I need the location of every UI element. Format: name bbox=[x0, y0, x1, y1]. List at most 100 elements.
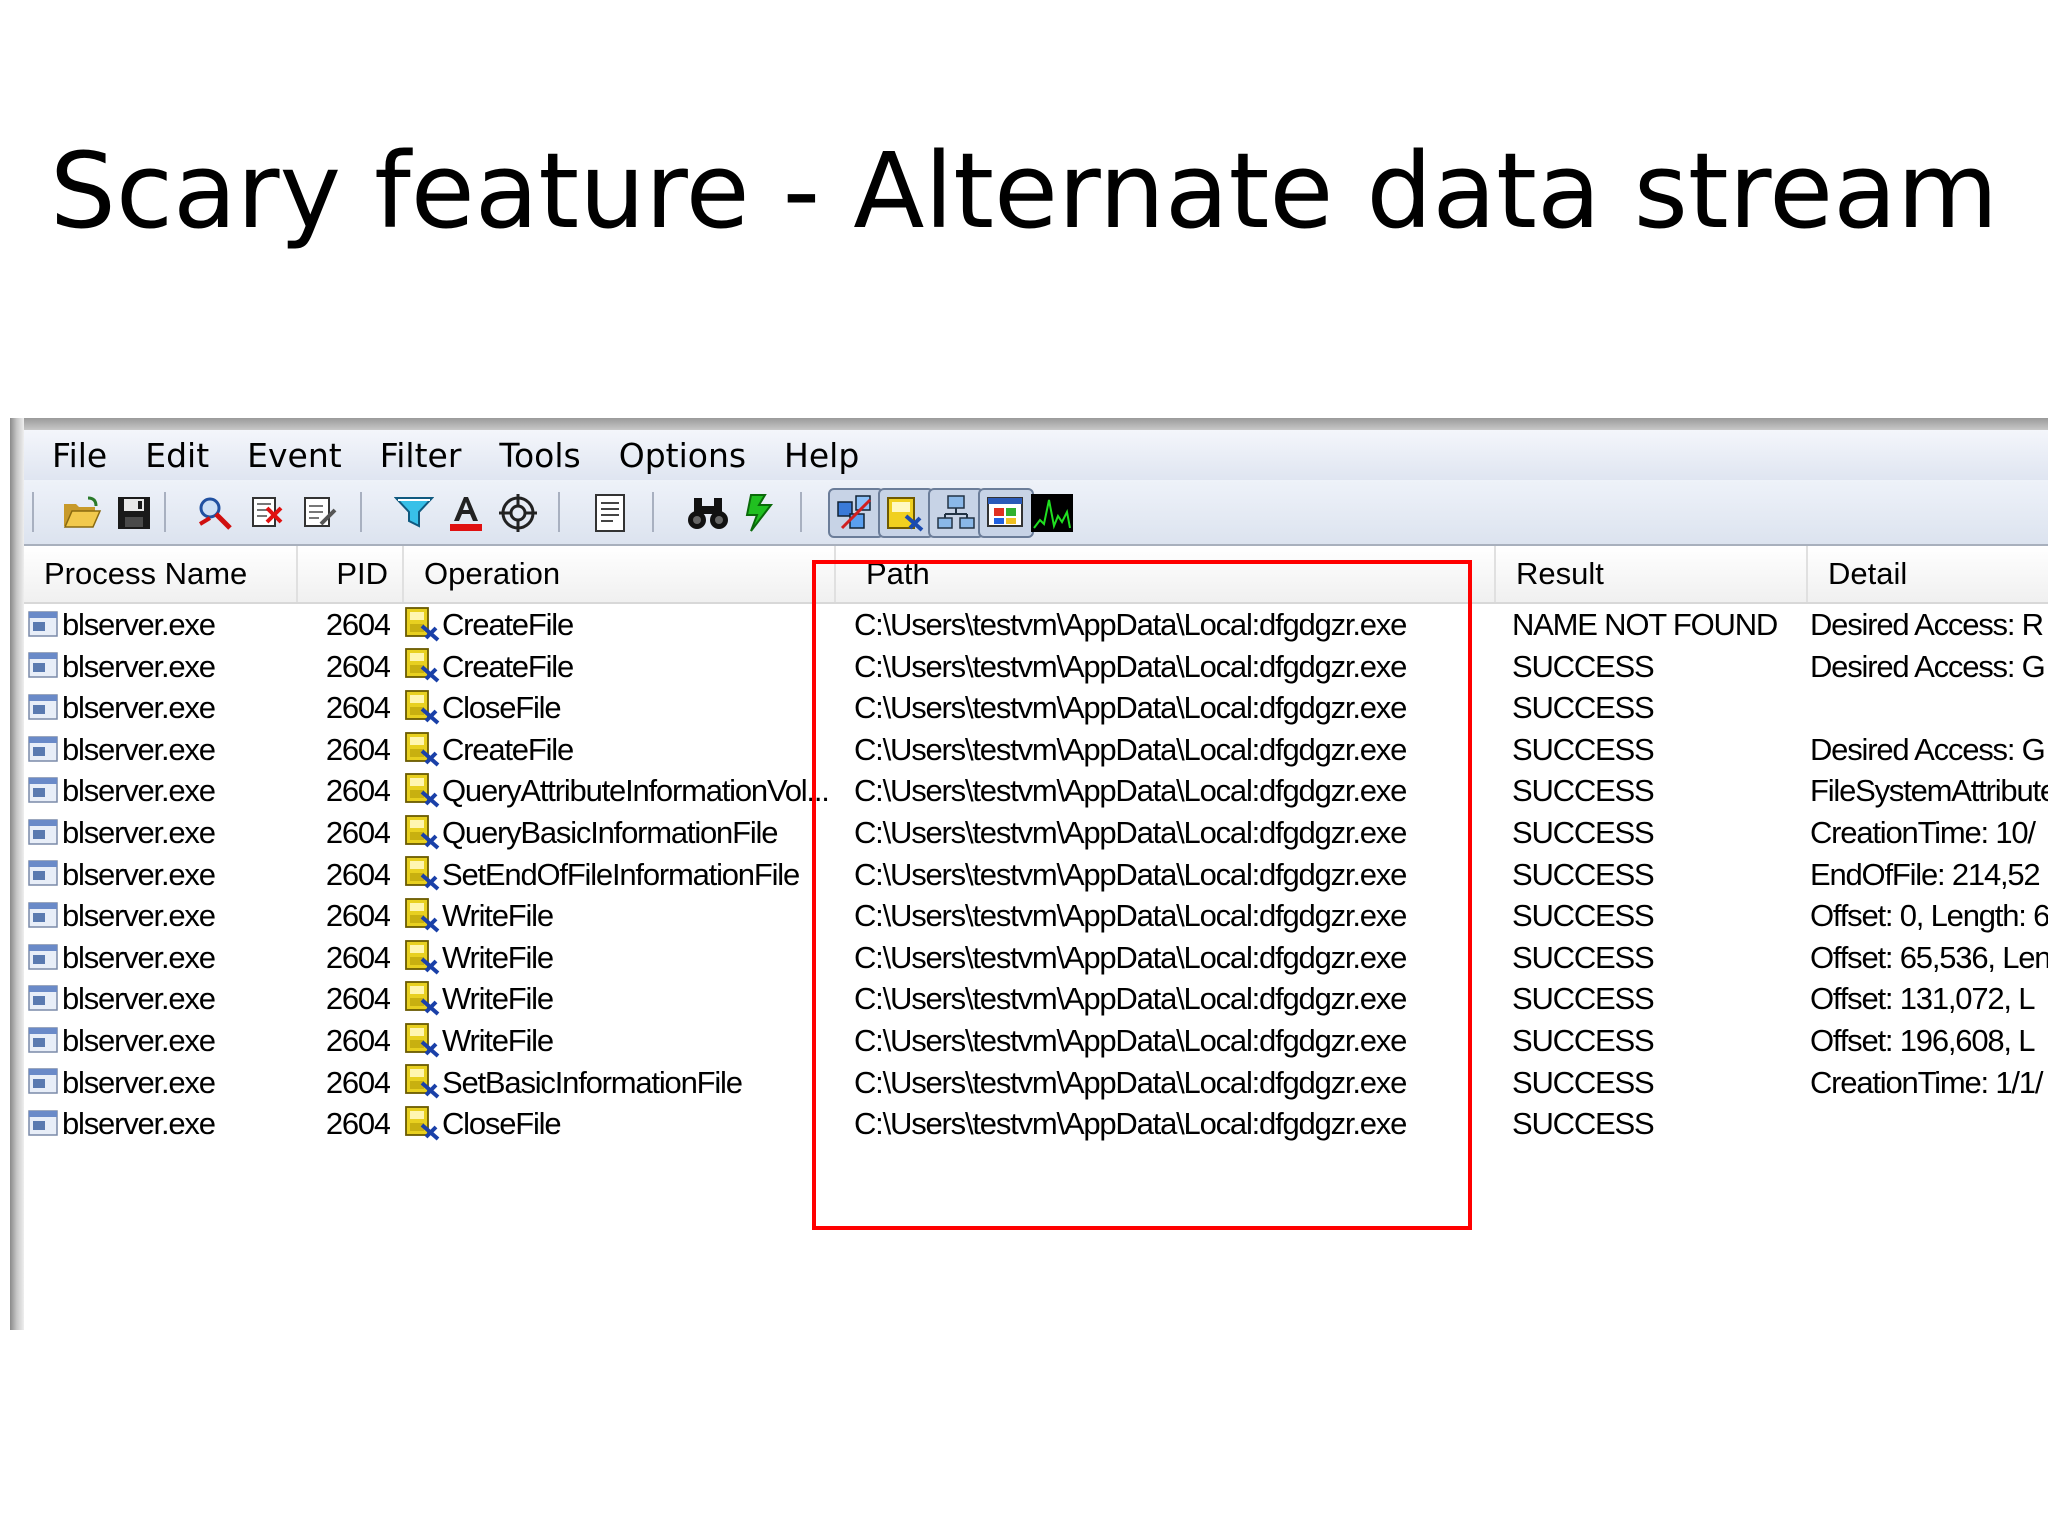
process-name-cell: blserver.exe bbox=[28, 978, 298, 1020]
operation-cell: QueryBasicInformationFile bbox=[404, 812, 832, 854]
menu-event[interactable]: Event bbox=[247, 436, 342, 475]
process-name-cell: blserver.exe bbox=[28, 604, 298, 646]
menu-tools[interactable]: Tools bbox=[499, 436, 580, 475]
highlight-icon[interactable] bbox=[444, 492, 488, 534]
process-name-cell-text: blserver.exe bbox=[62, 856, 216, 892]
detail-cell bbox=[1810, 1103, 2048, 1145]
file-system-operation-icon bbox=[404, 731, 442, 767]
detail-cell-text: Desired Access: G bbox=[1810, 648, 2046, 684]
toolbar-grip bbox=[32, 492, 34, 532]
menu-options[interactable]: Options bbox=[619, 436, 746, 475]
detail-cell-text: CreationTime: 1/1/ bbox=[1810, 1064, 2043, 1100]
pid-cell: 2604 bbox=[298, 854, 390, 896]
pid-cell: 2604 bbox=[298, 687, 390, 729]
file-system-operation-icon bbox=[404, 606, 442, 642]
result-cell-text: SUCCESS bbox=[1512, 898, 1655, 934]
process-icon bbox=[28, 690, 62, 725]
slide-title: Scary feature - Alternate data stream bbox=[49, 130, 1999, 252]
result-cell-text: SUCCESS bbox=[1512, 1064, 1655, 1100]
toolbar bbox=[24, 480, 2048, 546]
process-name-cell-text: blserver.exe bbox=[62, 690, 216, 726]
column-header-result[interactable]: Result bbox=[1496, 546, 1808, 602]
target-icon[interactable] bbox=[496, 492, 540, 534]
properties-icon[interactable] bbox=[588, 492, 632, 534]
file-system-operation-icon bbox=[404, 981, 442, 1016]
open-icon[interactable] bbox=[60, 492, 104, 534]
column-header-operation[interactable]: Operation bbox=[404, 546, 836, 602]
menu-edit[interactable]: Edit bbox=[145, 436, 209, 475]
process-icon bbox=[28, 1065, 62, 1100]
detail-cell-text: Offset: 65,536, Len bbox=[1810, 939, 2048, 975]
file-system-operation-icon bbox=[404, 1106, 442, 1141]
pid-cell-text: 2604 bbox=[325, 898, 390, 934]
column-header-pid[interactable]: PID bbox=[298, 546, 404, 602]
operation-cell-text: QueryAttributeInformationVol... bbox=[442, 773, 830, 809]
result-cell-text: SUCCESS bbox=[1512, 856, 1655, 892]
jump-icon[interactable] bbox=[738, 492, 782, 534]
result-cell-text: SUCCESS bbox=[1512, 1106, 1655, 1142]
network-activity-icon[interactable] bbox=[934, 492, 978, 534]
window-left-border bbox=[10, 418, 24, 1330]
clear-icon[interactable] bbox=[246, 492, 290, 534]
process-name-cell-text: blserver.exe bbox=[62, 898, 216, 934]
process-name-cell-text: blserver.exe bbox=[62, 1064, 216, 1100]
column-header-detail[interactable]: Detail bbox=[1808, 546, 2048, 602]
detail-cell: Offset: 0, Length: 6 bbox=[1810, 895, 2048, 937]
pid-cell-text: 2604 bbox=[325, 1064, 390, 1100]
save-icon[interactable] bbox=[112, 492, 156, 534]
filter-icon[interactable] bbox=[392, 492, 436, 534]
file-system-operation-icon bbox=[404, 648, 442, 684]
menu-help[interactable]: Help bbox=[784, 436, 859, 475]
menu-filter[interactable]: Filter bbox=[380, 436, 462, 475]
result-cell: SUCCESS bbox=[1512, 978, 1808, 1020]
operation-cell: CreateFile bbox=[404, 729, 832, 771]
detail-cell: Offset: 65,536, Len bbox=[1810, 937, 2048, 979]
pid-cell: 2604 bbox=[298, 646, 390, 688]
result-cell-text: SUCCESS bbox=[1512, 773, 1655, 809]
result-cell-text: SUCCESS bbox=[1512, 690, 1655, 726]
file-system-operation-icon bbox=[404, 1064, 442, 1100]
filter-edit-icon[interactable] bbox=[298, 492, 342, 534]
pid-cell: 2604 bbox=[298, 1103, 390, 1145]
process-name-cell-text: blserver.exe bbox=[62, 731, 216, 767]
file-activity-icon[interactable] bbox=[884, 492, 928, 534]
pid-cell: 2604 bbox=[298, 812, 390, 854]
result-cell: SUCCESS bbox=[1512, 895, 1808, 937]
column-header-process-name[interactable]: Process Name bbox=[24, 546, 298, 602]
process-icon bbox=[28, 1023, 62, 1058]
operation-cell-text: CloseFile bbox=[442, 690, 562, 726]
detail-cell-text: Offset: 0, Length: 6 bbox=[1810, 898, 2048, 934]
process-name-cell-text: blserver.exe bbox=[62, 939, 216, 975]
pid-cell-text: 2604 bbox=[325, 981, 390, 1017]
process-activity-icon[interactable] bbox=[984, 492, 1028, 534]
detail-cell-text: Desired Access: R bbox=[1810, 607, 2044, 642]
result-cell: SUCCESS bbox=[1512, 812, 1808, 854]
operation-cell-text: WriteFile bbox=[442, 981, 554, 1017]
detail-cell: Desired Access: R bbox=[1810, 604, 2048, 646]
process-name-cell: blserver.exe bbox=[28, 937, 298, 979]
detail-cell: Offset: 131,072, L bbox=[1810, 978, 2048, 1020]
toolbar-separator bbox=[652, 492, 654, 532]
process-icon bbox=[28, 1106, 62, 1141]
process-icon bbox=[28, 857, 62, 892]
menu-file[interactable]: File bbox=[52, 436, 107, 475]
operation-cell-text: QueryBasicInformationFile bbox=[442, 815, 778, 850]
result-cell-text: NAME NOT FOUND bbox=[1512, 607, 1778, 642]
process-icon bbox=[28, 898, 62, 933]
pid-cell: 2604 bbox=[298, 978, 390, 1020]
file-system-operation-icon bbox=[404, 814, 442, 850]
process-name-cell-text: blserver.exe bbox=[62, 607, 216, 642]
operation-cell-text: WriteFile bbox=[442, 898, 554, 934]
detail-cell-text: EndOfFile: 214,52 bbox=[1810, 856, 2041, 892]
result-cell: SUCCESS bbox=[1512, 937, 1808, 979]
find-icon[interactable] bbox=[686, 492, 730, 534]
pid-cell: 2604 bbox=[298, 1062, 390, 1104]
magnify-icon[interactable] bbox=[194, 492, 238, 534]
toolbar-separator bbox=[800, 492, 802, 532]
result-cell-text: SUCCESS bbox=[1512, 815, 1655, 850]
operation-cell: CloseFile bbox=[404, 1103, 832, 1145]
registry-activity-icon[interactable] bbox=[834, 492, 878, 534]
operation-cell: CreateFile bbox=[404, 646, 832, 688]
pid-cell-text: 2604 bbox=[325, 690, 390, 726]
profiling-icon[interactable] bbox=[1030, 492, 1074, 534]
